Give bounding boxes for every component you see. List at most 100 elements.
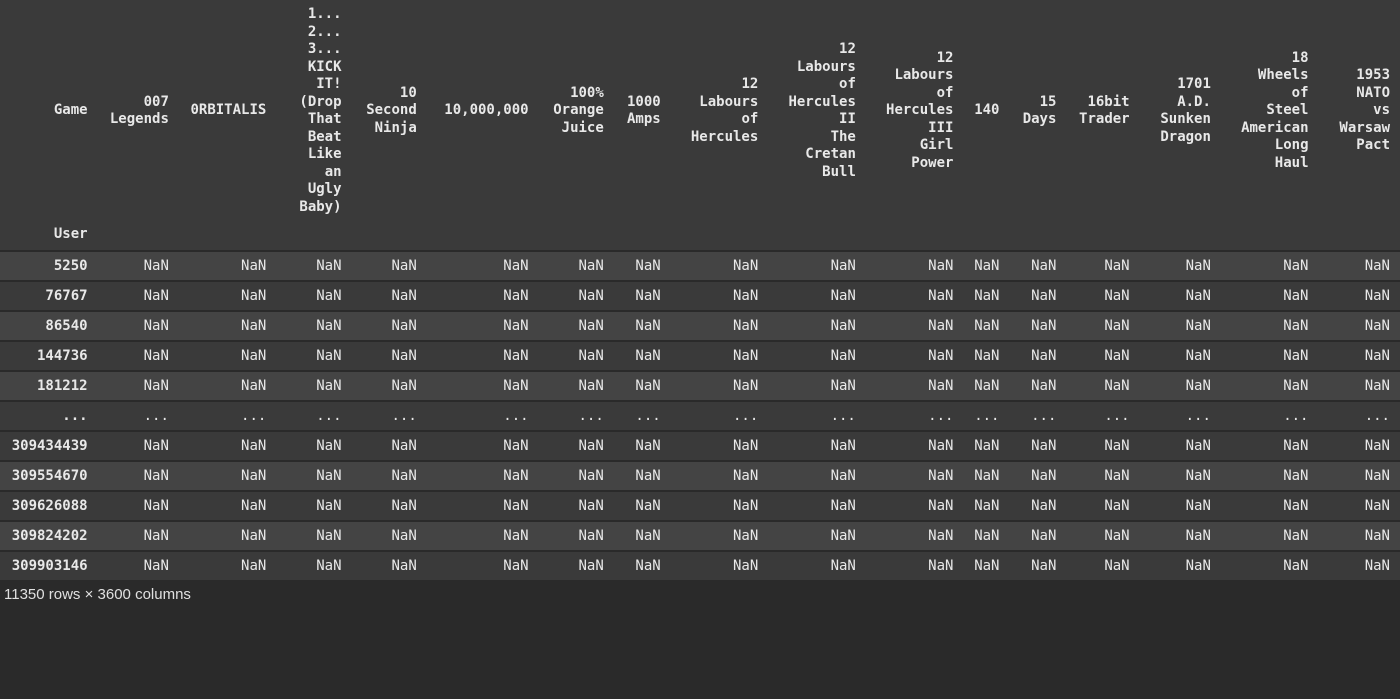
cell: NaN [276,280,351,310]
dataframe-table: Game 007 Legends0RBITALIS1... 2... 3... … [0,0,1400,580]
cell: NaN [352,340,427,370]
cell: NaN [427,430,539,460]
cell: NaN [1221,490,1319,520]
cell: NaN [427,250,539,280]
cell: NaN [1066,430,1139,460]
cell: NaN [179,310,276,340]
cell: NaN [1221,250,1319,280]
cell: NaN [963,340,1009,370]
row-index: ... [0,400,98,430]
cell: NaN [1066,550,1139,580]
cell: NaN [671,340,769,370]
cell: NaN [1319,460,1400,490]
cell: NaN [963,460,1009,490]
cell: NaN [179,340,276,370]
cell: NaN [671,310,769,340]
cell: NaN [1066,460,1139,490]
row-index: 309903146 [0,550,98,580]
cell: ... [1221,400,1319,430]
cell: ... [671,400,769,430]
cell: NaN [276,550,351,580]
cell: NaN [276,520,351,550]
cell: NaN [1319,520,1400,550]
cell: NaN [352,550,427,580]
cell: NaN [614,550,671,580]
cell: NaN [427,280,539,310]
cell: NaN [352,310,427,340]
cell: NaN [963,490,1009,520]
index-label-row: User [0,222,1400,250]
table-row: 309903146NaNNaNNaNNaNNaNNaNNaNNaNNaNNaNN… [0,550,1400,580]
cell: NaN [276,460,351,490]
cell: NaN [1010,490,1067,520]
cell: NaN [1140,340,1221,370]
column-header: 140 [963,0,1009,222]
cell: NaN [671,520,769,550]
row-index: 309554670 [0,460,98,490]
cell: NaN [1140,250,1221,280]
cell: NaN [1140,280,1221,310]
cell: NaN [1140,490,1221,520]
cell: NaN [1066,370,1139,400]
cell: NaN [1221,460,1319,490]
cell: NaN [1221,520,1319,550]
cell: NaN [1221,340,1319,370]
cell: NaN [539,460,614,490]
table-row: 309824202NaNNaNNaNNaNNaNNaNNaNNaNNaNNaNN… [0,520,1400,550]
column-header: 10 Second Ninja [352,0,427,222]
cell: NaN [866,370,964,400]
cell: NaN [1010,310,1067,340]
cell: NaN [352,520,427,550]
cell: NaN [963,280,1009,310]
column-header: 12 Labours of Hercules II The Cretan Bul… [768,0,866,222]
cell: ... [539,400,614,430]
cell: NaN [1140,370,1221,400]
columns-axis-label: Game [0,0,98,222]
cell: ... [1319,400,1400,430]
row-index: 309434439 [0,430,98,460]
cell: NaN [1010,280,1067,310]
cell: NaN [1066,490,1139,520]
cell: NaN [179,490,276,520]
cell: NaN [352,250,427,280]
cell: ... [1010,400,1067,430]
cell: NaN [866,280,964,310]
cell: NaN [1010,520,1067,550]
cell: NaN [98,340,179,370]
cell: NaN [768,310,866,340]
cell: NaN [98,430,179,460]
cell: NaN [768,280,866,310]
cell: NaN [1319,370,1400,400]
cell: NaN [1319,280,1400,310]
cell: NaN [1140,430,1221,460]
cell: NaN [1140,520,1221,550]
cell: NaN [1010,370,1067,400]
cell: NaN [1221,310,1319,340]
ellipsis-row: ........................................… [0,400,1400,430]
column-header: 12 Labours of Hercules [671,0,769,222]
row-index: 181212 [0,370,98,400]
cell: NaN [963,370,1009,400]
column-header: 1953 NATO vs Warsaw Pact [1319,0,1400,222]
table-row: 86540NaNNaNNaNNaNNaNNaNNaNNaNNaNNaNNaNNa… [0,310,1400,340]
table-row: 5250NaNNaNNaNNaNNaNNaNNaNNaNNaNNaNNaNNaN… [0,250,1400,280]
cell: NaN [1066,520,1139,550]
cell: NaN [276,430,351,460]
cell: ... [427,400,539,430]
columns-row: Game 007 Legends0RBITALIS1... 2... 3... … [0,0,1400,222]
cell: NaN [539,250,614,280]
cell: ... [352,400,427,430]
table-row: 309434439NaNNaNNaNNaNNaNNaNNaNNaNNaNNaNN… [0,430,1400,460]
table-row: 181212NaNNaNNaNNaNNaNNaNNaNNaNNaNNaNNaNN… [0,370,1400,400]
column-header: 16bit Trader [1066,0,1139,222]
cell: NaN [352,280,427,310]
cell: NaN [768,550,866,580]
cell: NaN [768,250,866,280]
cell: NaN [1066,310,1139,340]
cell: NaN [1010,460,1067,490]
table-row: 76767NaNNaNNaNNaNNaNNaNNaNNaNNaNNaNNaNNa… [0,280,1400,310]
cell: NaN [1319,250,1400,280]
cell: NaN [866,550,964,580]
cell: NaN [427,550,539,580]
cell: NaN [179,430,276,460]
